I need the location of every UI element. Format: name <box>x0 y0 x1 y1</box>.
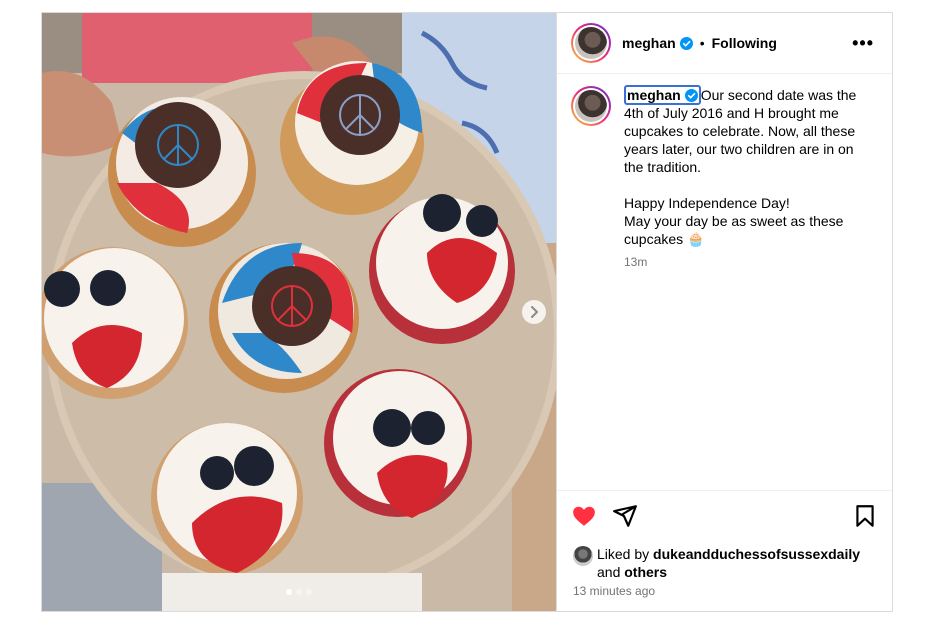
verified-badge-icon <box>684 89 698 102</box>
post-sidebar: meghan • Following ••• meghan Our second … <box>557 13 892 611</box>
following-button[interactable]: Following <box>712 35 777 51</box>
share-icon[interactable] <box>612 503 638 529</box>
post-header: meghan • Following ••• <box>557 13 892 74</box>
caption-avatar[interactable] <box>571 86 611 126</box>
next-slide-button[interactable] <box>522 300 546 324</box>
caption-username[interactable]: meghan <box>624 85 701 105</box>
separator-dot: • <box>699 35 705 51</box>
instagram-post: meghan • Following ••• meghan Our second … <box>41 12 893 612</box>
liked-others-link[interactable]: others <box>624 564 667 580</box>
caption-timestamp[interactable]: 13m <box>624 253 874 271</box>
carousel-indicator <box>42 589 556 595</box>
like-heart-icon[interactable] <box>571 503 597 529</box>
carousel-dot-1 <box>286 589 292 595</box>
post-timestamp[interactable]: 13 minutes ago <box>573 584 655 598</box>
caption-text: Our second date was the 4th of July 2016… <box>624 87 857 247</box>
post-caption: meghan Our second date was the 4th of Jul… <box>557 74 892 271</box>
verified-badge-icon <box>679 36 693 50</box>
more-options-icon[interactable]: ••• <box>852 34 874 52</box>
liked-joiner: and <box>597 564 625 580</box>
author-username[interactable]: meghan <box>622 35 676 51</box>
liker-avatar[interactable] <box>573 546 593 566</box>
carousel-dot-3 <box>306 589 312 595</box>
action-bar <box>557 490 892 540</box>
author-avatar[interactable] <box>571 23 611 63</box>
post-media[interactable] <box>42 13 557 611</box>
liker-username[interactable]: dukeandduchessofsussexdaily <box>653 546 860 562</box>
likes-summary: Liked by dukeandduchessofsussexdaily and… <box>573 545 860 581</box>
chevron-right-icon <box>531 306 538 318</box>
carousel-dot-2 <box>296 589 302 595</box>
bookmark-icon[interactable] <box>852 503 878 529</box>
cupcakes-photo <box>42 13 556 611</box>
liked-by-prefix: Liked by <box>597 546 654 562</box>
